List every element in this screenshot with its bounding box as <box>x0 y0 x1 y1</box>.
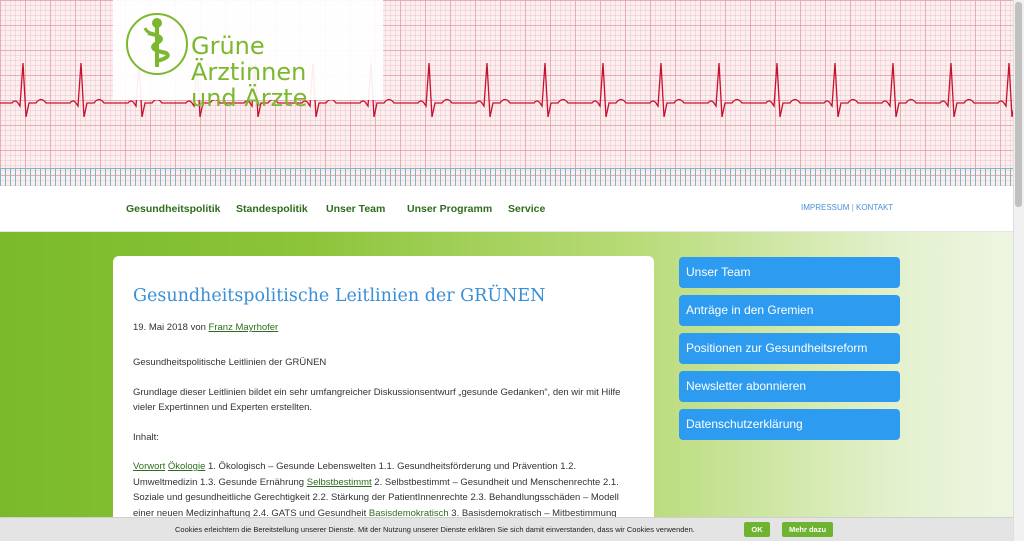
cookie-bar: Cookies erleichtern die Bereitstellung u… <box>0 517 1024 541</box>
sidebar-item-positionen[interactable]: Positionen zur Gesundheitsreform <box>679 333 900 364</box>
meta-links-separator: | <box>851 203 854 212</box>
author-link[interactable]: Franz Mayrhofer <box>209 322 279 333</box>
sidebar: Unser Team Anträge in den Gremien Positi… <box>679 257 900 447</box>
sidebar-item-datenschutz[interactable]: Datenschutzerklärung <box>679 409 900 440</box>
nav-item-unser-programm[interactable]: Unser Programm <box>407 203 492 215</box>
logo[interactable]: Grüne Ärztinnen und Ärzte <box>113 0 383 111</box>
sidebar-item-unser-team[interactable]: Unser Team <box>679 257 900 288</box>
logo-line-2: und Ärzte <box>191 84 308 112</box>
link-selbstbestimmt[interactable]: Selbstbestimmt <box>307 477 372 488</box>
logo-line-1: Grüne Ärztinnen <box>191 32 307 86</box>
nav-item-unser-team[interactable]: Unser Team <box>326 203 385 215</box>
header-banner: Grüne Ärztinnen und Ärzte <box>0 0 1024 186</box>
nav-item-gesundheitspolitik[interactable]: Gesundheitspolitik <box>126 203 221 215</box>
ecg-scale-strip <box>0 168 1024 186</box>
main-nav: Gesundheitspolitik Standespolitik Unser … <box>0 186 1024 232</box>
nav-item-service[interactable]: Service <box>508 203 545 215</box>
kontakt-link[interactable]: KONTAKT <box>856 203 893 212</box>
article-paragraph-4: Vorwort Ökologie 1. Ökologisch – Gesunde… <box>133 459 634 521</box>
cookie-more-button[interactable]: Mehr dazu <box>782 522 833 537</box>
article-title[interactable]: Gesundheitspolitische Leitlinien der GRÜ… <box>133 286 634 306</box>
impressum-link[interactable]: IMPRESSUM <box>801 203 849 212</box>
logo-text: Grüne Ärztinnen und Ärzte <box>191 33 383 111</box>
link-vorwort[interactable]: Vorwort <box>133 461 165 472</box>
meta-links: IMPRESSUM | KONTAKT <box>801 203 893 212</box>
sidebar-item-newsletter[interactable]: Newsletter abonnieren <box>679 371 900 402</box>
sidebar-item-antraege[interactable]: Anträge in den Gremien <box>679 295 900 326</box>
article-paragraph-1: Gesundheitspolitische Leitlinien der GRÜ… <box>133 357 327 368</box>
article-date: 19. Mai 2018 von <box>133 322 206 333</box>
article-paragraph-2: Grundlage dieser Leitlinien bildet ein s… <box>133 386 621 414</box>
article: Gesundheitspolitische Leitlinien der GRÜ… <box>113 256 654 541</box>
cookie-text: Cookies erleichtern die Bereitstellung u… <box>175 525 695 534</box>
cookie-ok-button[interactable]: OK <box>744 522 770 537</box>
caduceus-icon <box>126 13 188 75</box>
scrollbar-thumb[interactable] <box>1015 2 1022 207</box>
article-body: Gesundheitspolitische Leitlinien der GRÜ… <box>133 355 634 521</box>
article-paragraph-3: Inhalt: <box>133 431 159 443</box>
article-meta: 19. Mai 2018 von Franz Mayrhofer <box>133 322 634 333</box>
link-oekologie[interactable]: Ökologie <box>168 461 206 472</box>
nav-item-standespolitik[interactable]: Standespolitik <box>236 203 308 215</box>
